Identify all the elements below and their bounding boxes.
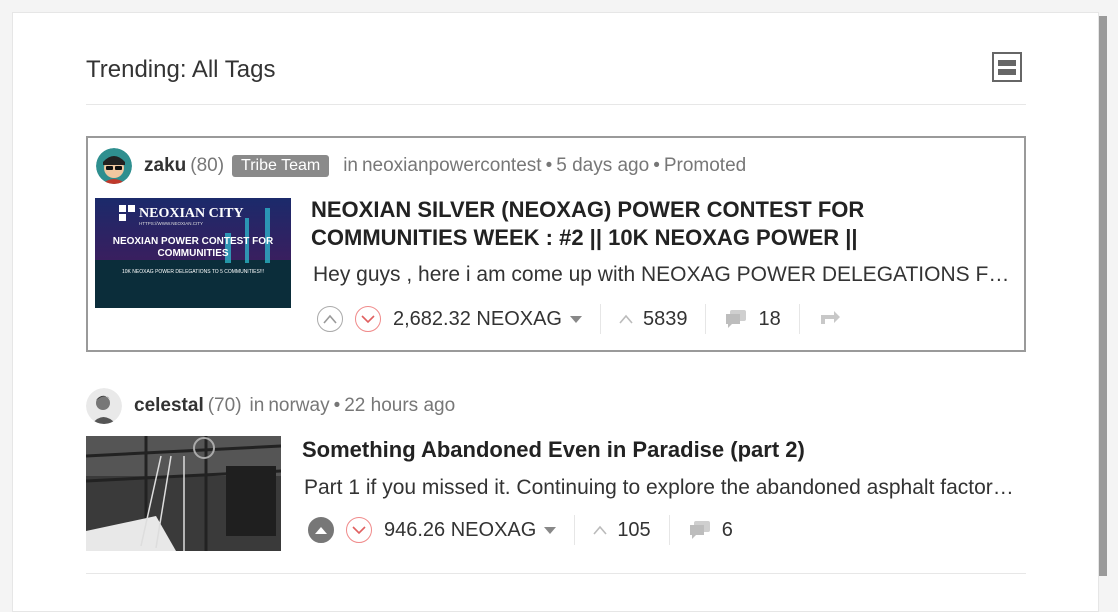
post-author-line: zaku (80) Tribe Team in neoxianpowercont…	[96, 148, 746, 184]
thumbnail-brand-text: NEOXIAN CITY	[139, 206, 244, 221]
downvote-button[interactable]	[346, 517, 372, 543]
chevron-down-icon	[352, 526, 366, 535]
separator-dot: •	[653, 155, 660, 176]
trending-header: Trending: All Tags	[86, 52, 1026, 105]
author-name[interactable]: zaku	[144, 155, 186, 177]
divider	[798, 304, 800, 334]
layout-list-icon	[998, 68, 1016, 75]
post-time: 5 days ago	[556, 155, 650, 176]
divider	[668, 515, 670, 545]
upvote-button[interactable]	[317, 306, 343, 332]
votes-value: 105	[617, 518, 651, 541]
chevron-up-icon	[593, 525, 607, 535]
author-avatar[interactable]	[86, 388, 122, 424]
post-author-line: celestal (70) in norway • 22 hours ago	[86, 388, 455, 424]
author-name[interactable]: celestal	[134, 395, 204, 417]
votes-count[interactable]: 5839	[619, 307, 688, 331]
comment-icon	[726, 310, 747, 328]
chevron-up-icon	[323, 314, 337, 324]
caret-down-icon	[544, 526, 557, 534]
layout-toggle-button[interactable]	[992, 52, 1022, 82]
downvote-button[interactable]	[355, 306, 381, 332]
divider	[705, 304, 707, 334]
chevron-up-icon	[315, 527, 327, 534]
upvote-button[interactable]	[308, 517, 334, 543]
thumbnail-url-text: HTTPS://WWW.NEOXIAN.CITY	[139, 221, 203, 226]
post-footer: 2,682.32 NEOXAG 5839 18	[317, 301, 842, 337]
votes-value: 5839	[642, 307, 688, 330]
comments-value: 18	[758, 307, 781, 330]
post-excerpt[interactable]: Hey guys , here i am come up with NEOXAG…	[313, 263, 1023, 287]
post-thumbnail[interactable]	[86, 436, 281, 551]
comments-value: 6	[721, 518, 733, 541]
separator-dot: •	[545, 155, 553, 176]
comments-count[interactable]: 6	[688, 519, 733, 542]
payout-dropdown[interactable]: 946.26 NEOXAG	[384, 518, 557, 542]
thumbnail-subline-text: 10K NEOXAG POWER DELEGATIONS TO 5 COMMUN…	[122, 269, 264, 275]
chevron-up-icon	[619, 314, 633, 324]
reblog-button[interactable]	[818, 306, 842, 332]
post-card: celestal (70) in norway • 22 hours ago S…	[86, 384, 1026, 574]
author-reputation: (80)	[190, 155, 225, 176]
payout-value: 2,682.32 NEOXAG	[393, 307, 562, 330]
reblog-icon	[820, 311, 840, 324]
comment-icon	[689, 521, 710, 539]
thumbnail-headline-text: NEOXIAN POWER CONTEST FOR	[113, 236, 274, 247]
post-title[interactable]: NEOXIAN SILVER (NEOXAG) POWER CONTEST FO…	[311, 196, 951, 252]
divider	[599, 304, 601, 334]
post-card: zaku (80) Tribe Team in neoxianpowercont…	[86, 136, 1026, 352]
author-badge[interactable]: Tribe Team	[232, 155, 330, 177]
post-excerpt[interactable]: Part 1 if you missed it. Continuing to e…	[304, 476, 1016, 500]
scrollbar[interactable]	[1099, 16, 1107, 576]
caret-down-icon	[569, 315, 582, 323]
page-title: Trending: All Tags	[86, 56, 276, 83]
chevron-down-icon	[361, 315, 375, 324]
post-title[interactable]: Something Abandoned Even in Paradise (pa…	[302, 436, 1002, 464]
promoted-label: Promoted	[663, 155, 747, 176]
payout-dropdown[interactable]: 2,682.32 NEOXAG	[393, 308, 582, 331]
community-link[interactable]: norway	[268, 395, 329, 417]
layout-list-icon	[998, 59, 1016, 66]
community-link[interactable]: neoxianpowercontest	[362, 155, 542, 177]
separator-dot: •	[333, 395, 341, 416]
author-avatar[interactable]	[96, 148, 132, 184]
thumbnail-headline-text: COMMUNITIES	[157, 248, 228, 259]
post-time: 22 hours ago	[344, 395, 456, 416]
in-label: in	[249, 395, 265, 416]
votes-count[interactable]: 105	[593, 518, 651, 542]
comments-count[interactable]: 18	[724, 307, 781, 331]
post-thumbnail[interactable]: NEOXIAN CITY HTTPS://WWW.NEOXIAN.CITY NE…	[95, 198, 291, 308]
post-footer: 946.26 NEOXAG 105 6	[308, 512, 733, 548]
payout-value: 946.26 NEOXAG	[384, 518, 537, 541]
in-label: in	[343, 155, 358, 176]
divider	[574, 515, 576, 545]
author-reputation: (70)	[207, 395, 242, 416]
